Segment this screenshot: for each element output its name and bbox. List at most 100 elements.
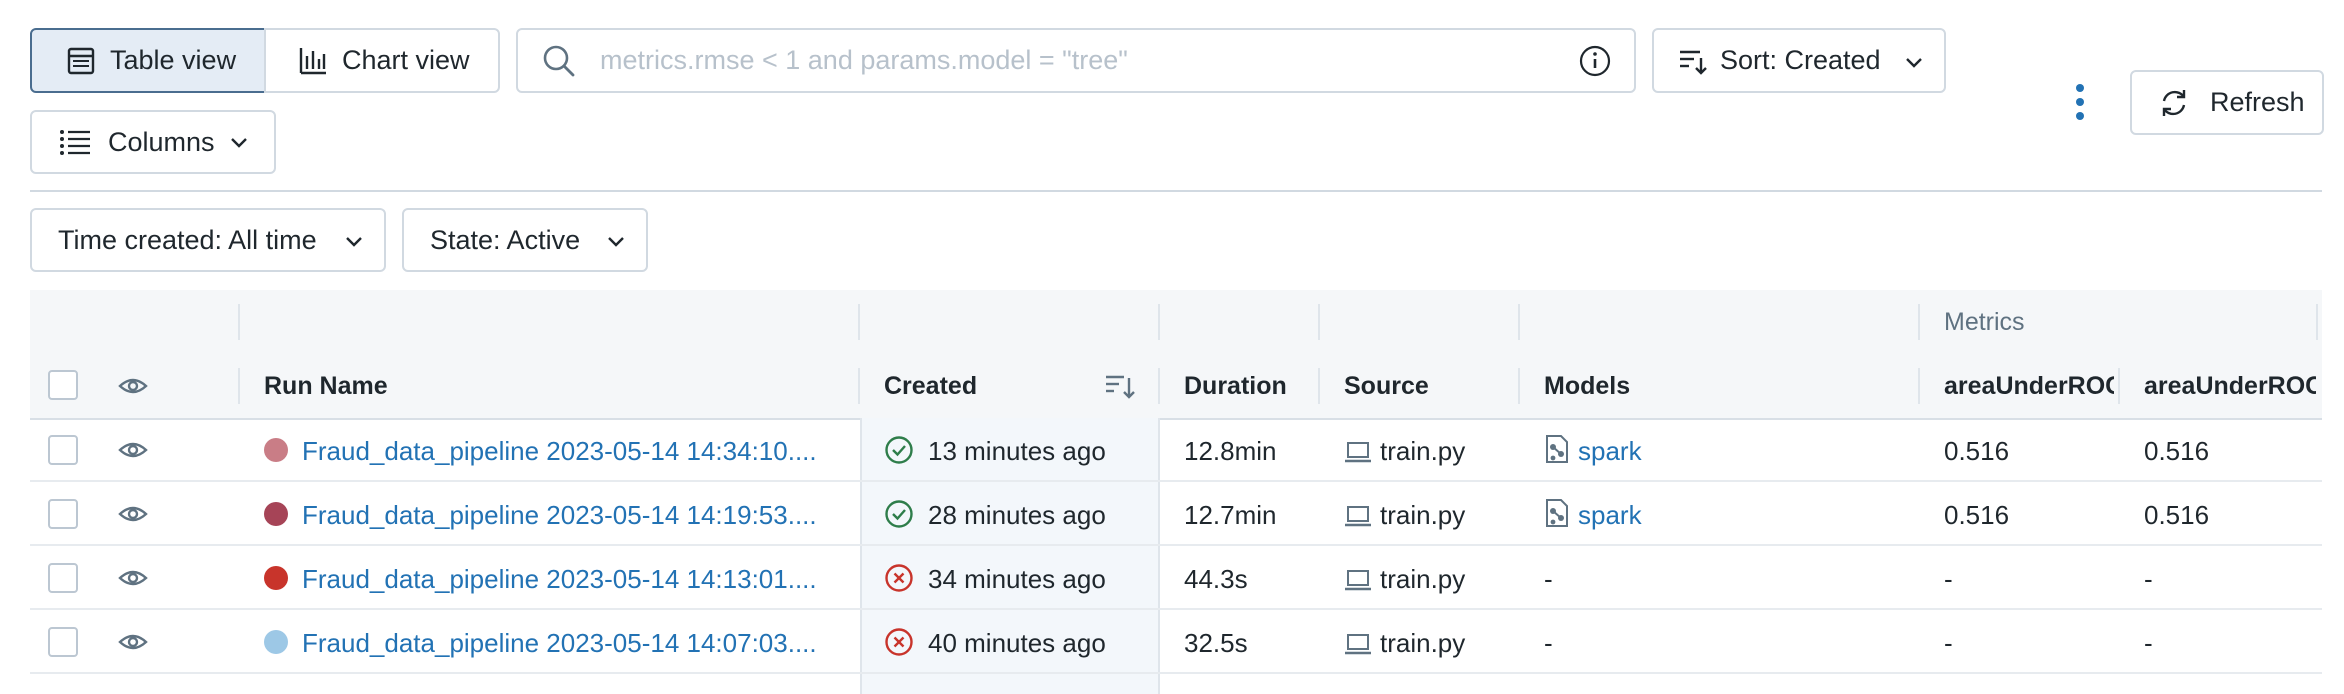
row-checkbox[interactable] [48, 499, 78, 529]
metric-value: 0.516 [2144, 500, 2210, 530]
created-time: 13 minutes ago [928, 436, 1106, 466]
header-separator [858, 304, 860, 340]
time-created-label: Time created: All time [58, 224, 317, 255]
chevron-down-icon [1906, 58, 1922, 68]
model-link[interactable]: spark [1578, 500, 1642, 531]
run-name-link[interactable]: Fraud_data_pipeline 2023-05-14 14:13:01.… [302, 564, 817, 595]
row-checkbox[interactable] [48, 627, 78, 657]
refresh-icon [2162, 89, 2186, 116]
eye-icon[interactable] [118, 566, 148, 590]
laptop-icon [1345, 442, 1371, 463]
chevron-down-icon [346, 237, 362, 247]
toolbar-divider [30, 190, 2322, 192]
sort-descending-icon[interactable] [1104, 372, 1136, 400]
columns-button[interactable]: Columns [30, 110, 276, 174]
source-value[interactable]: train.py [1380, 436, 1465, 467]
run-color-dot[interactable] [264, 438, 288, 462]
time-created-filter[interactable]: Time created: All time [30, 208, 386, 272]
metric-value: 0.516 [1944, 436, 2010, 466]
laptop-icon [1345, 570, 1371, 591]
run-name-link[interactable]: Fraud_data_pipeline 2023-05-14 14:07:03.… [302, 628, 817, 659]
state-filter[interactable]: State: Active [402, 208, 648, 272]
header-separator [2316, 304, 2318, 340]
error-circle-icon [885, 628, 913, 656]
bar-chart-icon [299, 47, 326, 74]
search-icon [543, 45, 575, 76]
search-placeholder: metrics.rmse < 1 and params.model = "tre… [600, 45, 1128, 75]
run-color-dot[interactable] [264, 502, 288, 526]
duration-value: 12.7min [1184, 500, 1277, 530]
column-header-metric-1[interactable]: areaUnderROC [1944, 372, 2114, 401]
eye-icon[interactable] [118, 438, 148, 462]
created-time: 34 minutes ago [928, 564, 1106, 594]
run-name-link[interactable]: Fraud_data_pipeline 2023-05-14 14:19:53.… [302, 500, 817, 531]
model-value: - [1544, 628, 1553, 658]
column-header-run-name[interactable]: Run Name [264, 372, 388, 401]
check-circle-icon [885, 436, 913, 464]
metric-value: - [1944, 628, 1953, 658]
header-separator [1918, 304, 1920, 340]
row-checkbox[interactable] [48, 435, 78, 465]
created-time: 40 minutes ago [928, 628, 1106, 658]
refresh-label: Refresh [2210, 87, 2305, 117]
header-separator [1318, 304, 1320, 340]
metric-value: 0.516 [2144, 436, 2210, 466]
eye-icon[interactable] [118, 630, 148, 654]
header-separator [1318, 368, 1320, 404]
header-separator [1158, 304, 1160, 340]
chart-view-label: Chart view [342, 45, 470, 75]
refresh-button[interactable]: Refresh [2130, 70, 2324, 135]
model-icon [1546, 499, 1568, 527]
model-icon [1546, 435, 1568, 463]
column-header-models[interactable]: Models [1544, 372, 1630, 401]
header-separator [1158, 368, 1160, 404]
column-header-source[interactable]: Source [1344, 372, 1429, 401]
eye-icon[interactable] [118, 374, 148, 398]
eye-icon[interactable] [118, 502, 148, 526]
run-color-dot[interactable] [264, 630, 288, 654]
error-circle-icon [885, 564, 913, 592]
metric-value: - [2144, 628, 2153, 658]
model-value: - [1544, 564, 1553, 594]
state-label: State: Active [430, 224, 581, 255]
header-separator [858, 368, 860, 404]
duration-value: 44.3s [1184, 564, 1248, 594]
table-view-label: Table view [110, 45, 237, 75]
metric-value: - [2144, 564, 2153, 594]
table-icon [67, 47, 95, 74]
sort-icon [1680, 50, 1707, 75]
metric-value: - [1944, 564, 1953, 594]
columns-label: Columns [108, 126, 215, 157]
header-separator [1918, 368, 1920, 404]
select-all-checkbox[interactable] [48, 370, 78, 400]
created-time: 28 minutes ago [928, 500, 1106, 530]
header-separator [1518, 368, 1520, 404]
metrics-group-header: Metrics [1944, 308, 2025, 336]
run-color-dot[interactable] [264, 566, 288, 590]
header-separator [238, 304, 240, 340]
row-checkbox[interactable] [48, 563, 78, 593]
kebab-menu-icon[interactable] [2074, 82, 2086, 122]
header-separator [238, 368, 240, 404]
source-value[interactable]: train.py [1380, 628, 1465, 659]
chart-view-button[interactable]: Chart view [264, 28, 500, 93]
list-icon [60, 130, 90, 155]
duration-value: 32.5s [1184, 628, 1248, 658]
column-header-metric-2[interactable]: areaUnderROC [2144, 372, 2316, 401]
source-value[interactable]: train.py [1380, 500, 1465, 531]
model-link[interactable]: spark [1578, 436, 1642, 467]
table-view-button[interactable]: Table view [30, 28, 266, 93]
metric-value: 0.516 [1944, 500, 2010, 530]
column-header-duration[interactable]: Duration [1184, 372, 1287, 401]
chevron-down-icon [230, 138, 247, 148]
column-header-created[interactable]: Created [884, 372, 977, 401]
check-circle-icon [885, 500, 913, 528]
run-name-link[interactable]: Fraud_data_pipeline 2023-05-14 14:34:10.… [302, 436, 817, 467]
laptop-icon [1345, 634, 1371, 655]
source-value[interactable]: train.py [1380, 564, 1465, 595]
chevron-down-icon [608, 237, 624, 247]
sort-label: Sort: Created [1720, 45, 1881, 75]
info-icon[interactable] [1578, 44, 1612, 78]
search-input[interactable]: metrics.rmse < 1 and params.model = "tre… [516, 28, 1636, 93]
sort-dropdown[interactable]: Sort: Created [1652, 28, 1946, 93]
